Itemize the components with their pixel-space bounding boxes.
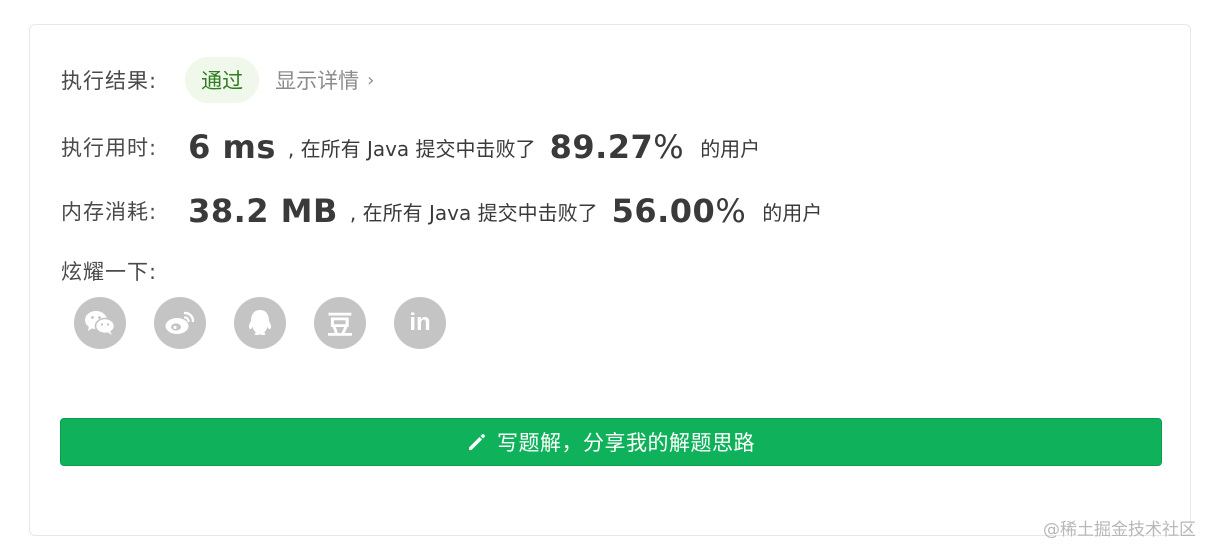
runtime-value: 6 ms [188, 128, 276, 166]
weibo-icon [165, 311, 195, 334]
share-qq-button[interactable] [234, 297, 286, 349]
share-linkedin-button[interactable]: in [394, 297, 446, 349]
runtime-suffix: 的用户 [700, 136, 761, 161]
share-douban-button[interactable]: 豆 [314, 297, 366, 349]
runtime-row: 执行用时: 6 ms , 在所有 Java 提交中击败了 89.27% 的用户 [61, 125, 760, 169]
chevron-right-icon: › [367, 69, 375, 91]
write-solution-label: 写题解，分享我的解题思路 [497, 431, 755, 455]
qq-icon [248, 310, 272, 335]
douban-icon: 豆 [326, 310, 353, 341]
runtime-percent: 89.27% [550, 128, 685, 166]
memory-value: 38.2 MB [188, 192, 338, 230]
share-label-row: 炫耀一下: [61, 253, 157, 289]
status-badge: 通过 [185, 57, 260, 103]
result-row: 执行结果: 通过 显示详情 › [61, 57, 374, 103]
memory-percent-sign: % [715, 192, 747, 230]
memory-compare-text: , 在所有 Java 提交中击败了 [349, 200, 598, 225]
runtime-compare-text: , 在所有 Java 提交中击败了 [287, 136, 536, 161]
write-solution-button[interactable]: 写题解，分享我的解题思路 [60, 418, 1162, 466]
pencil-icon [467, 432, 487, 452]
result-label: 执行结果: [61, 69, 158, 93]
show-details-link[interactable]: 显示详情 › [275, 65, 374, 95]
runtime-percent-sign: % [653, 128, 685, 166]
memory-label: 内存消耗: [61, 200, 158, 224]
share-label: 炫耀一下: [61, 260, 158, 284]
memory-percent: 56.00% [612, 192, 747, 230]
share-buttons: 豆 in [74, 297, 446, 349]
memory-percent-number: 56.00 [611, 192, 716, 230]
linkedin-icon: in [409, 309, 431, 336]
runtime-label: 执行用时: [61, 136, 158, 160]
watermark: @稀土掘金技术社区 [1043, 520, 1196, 540]
show-details-label: 显示详情 [275, 69, 360, 93]
share-wechat-button[interactable] [74, 297, 126, 349]
memory-suffix: 的用户 [762, 200, 823, 225]
share-weibo-button[interactable] [154, 297, 206, 349]
runtime-percent-number: 89.27 [549, 128, 654, 166]
memory-row: 内存消耗: 38.2 MB , 在所有 Java 提交中击败了 56.00% 的… [61, 189, 822, 233]
wechat-icon [85, 311, 116, 335]
submission-result-card: 执行结果: 通过 显示详情 › 执行用时: 6 ms , 在所有 Java 提交… [29, 24, 1191, 536]
